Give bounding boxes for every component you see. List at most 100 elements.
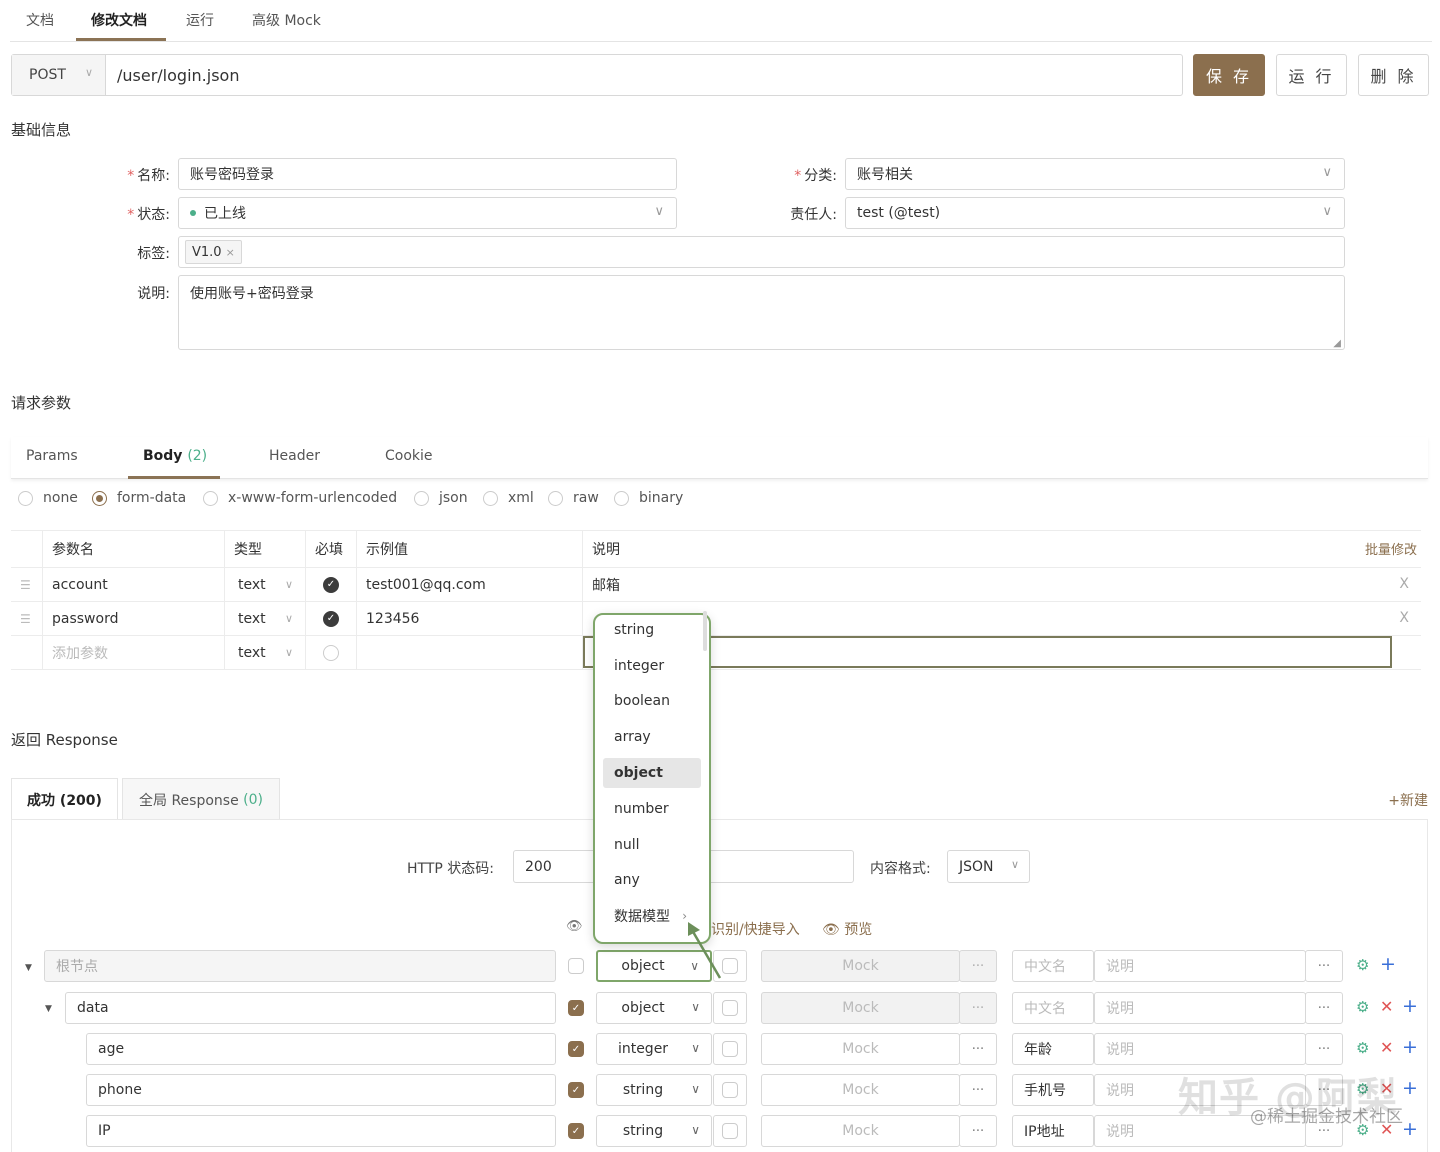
mock-input[interactable]: Mock bbox=[761, 1074, 960, 1106]
content-format-select[interactable]: JSON ∨ bbox=[947, 850, 1030, 883]
nullable-checkbox[interactable] bbox=[722, 1123, 738, 1139]
tab-params[interactable]: Params bbox=[26, 448, 78, 464]
mock-more-button[interactable]: ··· bbox=[959, 950, 997, 982]
desc-input[interactable]: 说明 bbox=[1094, 1033, 1306, 1065]
delete-icon[interactable]: ✕ bbox=[1380, 1038, 1393, 1057]
desc-textarea[interactable]: 使用账号+密码登录 ◢ bbox=[178, 275, 1345, 350]
owner-select[interactable]: test (@test) ∨ bbox=[845, 197, 1345, 229]
save-button[interactable]: 保 存 bbox=[1193, 54, 1265, 96]
field-name-input[interactable]: age bbox=[86, 1033, 556, 1065]
add-icon[interactable]: + bbox=[1402, 1118, 1418, 1140]
param-example[interactable]: 123456 bbox=[357, 602, 583, 635]
cn-name-input[interactable]: 中文名 bbox=[1012, 992, 1094, 1024]
required-checkbox[interactable] bbox=[568, 958, 584, 974]
dropdown-item-number[interactable]: number bbox=[603, 794, 701, 824]
mock-input[interactable]: Mock bbox=[761, 1033, 960, 1065]
field-name-input[interactable]: phone bbox=[86, 1074, 556, 1106]
field-name-input[interactable]: IP bbox=[86, 1115, 556, 1147]
required-checkbox[interactable] bbox=[323, 644, 339, 661]
cn-name-input[interactable]: IP地址 bbox=[1012, 1115, 1094, 1147]
nullable-checkbox[interactable] bbox=[722, 1000, 738, 1016]
radio-xml[interactable]: xml bbox=[483, 490, 534, 506]
collapse-caret-icon[interactable]: ▼ bbox=[25, 963, 32, 973]
tab-global-response[interactable]: 全局 Response (0) bbox=[122, 778, 280, 820]
desc-more-button[interactable]: ··· bbox=[1305, 950, 1343, 982]
add-param-input[interactable]: 添加参数 bbox=[43, 636, 225, 669]
dropdown-item-integer[interactable]: integer bbox=[603, 651, 701, 681]
cn-name-input[interactable]: 手机号 bbox=[1012, 1074, 1094, 1106]
tab-body[interactable]: Body (2) bbox=[143, 448, 207, 464]
tab-edit-docs[interactable]: 修改文档 bbox=[91, 10, 147, 30]
cn-name-input[interactable]: 中文名 bbox=[1012, 950, 1094, 982]
mock-more-button[interactable]: ··· bbox=[959, 1074, 997, 1106]
tab-advanced-mock[interactable]: 高级 Mock bbox=[252, 10, 321, 30]
radio-json[interactable]: json bbox=[414, 490, 468, 506]
dropdown-item-boolean[interactable]: boolean bbox=[603, 686, 701, 716]
batch-edit-link[interactable]: 批量修改 bbox=[1365, 539, 1417, 558]
nullable-cell[interactable] bbox=[713, 1115, 747, 1147]
param-type-select[interactable]: text ∨ bbox=[225, 602, 306, 635]
desc-input[interactable]: 说明 bbox=[1094, 950, 1306, 982]
mock-input[interactable]: Mock bbox=[761, 1115, 960, 1147]
delete-button[interactable]: 删 除 bbox=[1358, 54, 1429, 96]
required-checkbox[interactable]: ✓ bbox=[323, 610, 339, 627]
category-select[interactable]: 账号相关 ∨ bbox=[845, 158, 1345, 190]
param-desc[interactable]: 邮箱 bbox=[583, 568, 1421, 601]
drag-handle-icon[interactable]: ☰ bbox=[20, 578, 31, 592]
param-type-select[interactable]: text ∨ bbox=[225, 636, 306, 669]
type-select[interactable]: string ∨ bbox=[596, 1115, 712, 1147]
tab-success[interactable]: 成功 (200) bbox=[11, 778, 118, 820]
tags-input[interactable]: V1.0 × bbox=[178, 236, 1345, 268]
type-select[interactable]: integer ∨ bbox=[596, 1033, 712, 1065]
dropdown-item-string[interactable]: string bbox=[603, 615, 701, 645]
delete-icon[interactable]: ✕ bbox=[1380, 997, 1393, 1016]
desc-more-button[interactable]: ··· bbox=[1305, 1033, 1343, 1065]
new-response-button[interactable]: +新建 bbox=[1388, 790, 1428, 810]
radio-form-data[interactable]: form-data bbox=[92, 490, 186, 506]
collapse-caret-icon[interactable]: ▼ bbox=[45, 1004, 52, 1014]
desc-more-button[interactable]: ··· bbox=[1305, 992, 1343, 1024]
gear-icon[interactable]: ⚙ bbox=[1356, 998, 1369, 1016]
param-name[interactable]: password bbox=[43, 602, 225, 635]
resize-handle-icon[interactable]: ◢ bbox=[1333, 338, 1341, 349]
tab-run[interactable]: 运行 bbox=[186, 10, 214, 30]
nullable-cell[interactable] bbox=[713, 1074, 747, 1106]
dropdown-item-object[interactable]: object bbox=[603, 758, 701, 788]
required-checkbox[interactable]: ✓ bbox=[568, 1000, 584, 1016]
dropdown-item-any[interactable]: any bbox=[603, 865, 701, 895]
dropdown-item-null[interactable]: null bbox=[603, 830, 701, 860]
tab-header[interactable]: Header bbox=[269, 448, 320, 464]
delete-row-icon[interactable]: X bbox=[1399, 610, 1409, 626]
mock-input[interactable]: Mock bbox=[761, 992, 960, 1024]
required-checkbox[interactable]: ✓ bbox=[568, 1041, 584, 1057]
param-example[interactable]: test001@qq.com bbox=[357, 568, 583, 601]
add-icon[interactable]: + bbox=[1402, 1036, 1418, 1058]
url-input[interactable] bbox=[107, 55, 1182, 95]
mock-more-button[interactable]: ··· bbox=[959, 1033, 997, 1065]
required-checkbox[interactable]: ✓ bbox=[323, 576, 339, 593]
dropdown-item-array[interactable]: array bbox=[603, 722, 701, 752]
dropdown-scrollbar[interactable] bbox=[703, 611, 707, 651]
preview-link[interactable]: 👁 预览 bbox=[822, 919, 872, 939]
required-checkbox[interactable]: ✓ bbox=[568, 1123, 584, 1139]
radio-urlencoded[interactable]: x-www-form-urlencoded bbox=[203, 490, 397, 506]
required-checkbox[interactable]: ✓ bbox=[568, 1082, 584, 1098]
type-select[interactable]: object ∨ bbox=[596, 992, 712, 1024]
method-select[interactable]: POST ∨ bbox=[12, 55, 106, 95]
gear-icon[interactable]: ⚙ bbox=[1356, 1039, 1369, 1057]
nullable-cell[interactable] bbox=[713, 992, 747, 1024]
nullable-cell[interactable] bbox=[713, 1033, 747, 1065]
name-input[interactable]: 账号密码登录 bbox=[178, 158, 677, 190]
add-icon[interactable]: + bbox=[1380, 953, 1396, 975]
param-type-select[interactable]: text ∨ bbox=[225, 568, 306, 601]
field-name-input[interactable]: data bbox=[65, 992, 556, 1024]
nullable-checkbox[interactable] bbox=[722, 1041, 738, 1057]
cn-name-input[interactable]: 年龄 bbox=[1012, 1033, 1094, 1065]
drag-handle-icon[interactable]: ☰ bbox=[20, 612, 31, 626]
add-icon[interactable]: + bbox=[1402, 995, 1418, 1017]
param-example[interactable] bbox=[357, 636, 583, 669]
type-select[interactable]: string ∨ bbox=[596, 1074, 712, 1106]
desc-input[interactable]: 说明 bbox=[1094, 992, 1306, 1024]
radio-binary[interactable]: binary bbox=[614, 490, 683, 506]
run-button[interactable]: 运 行 bbox=[1276, 54, 1347, 96]
